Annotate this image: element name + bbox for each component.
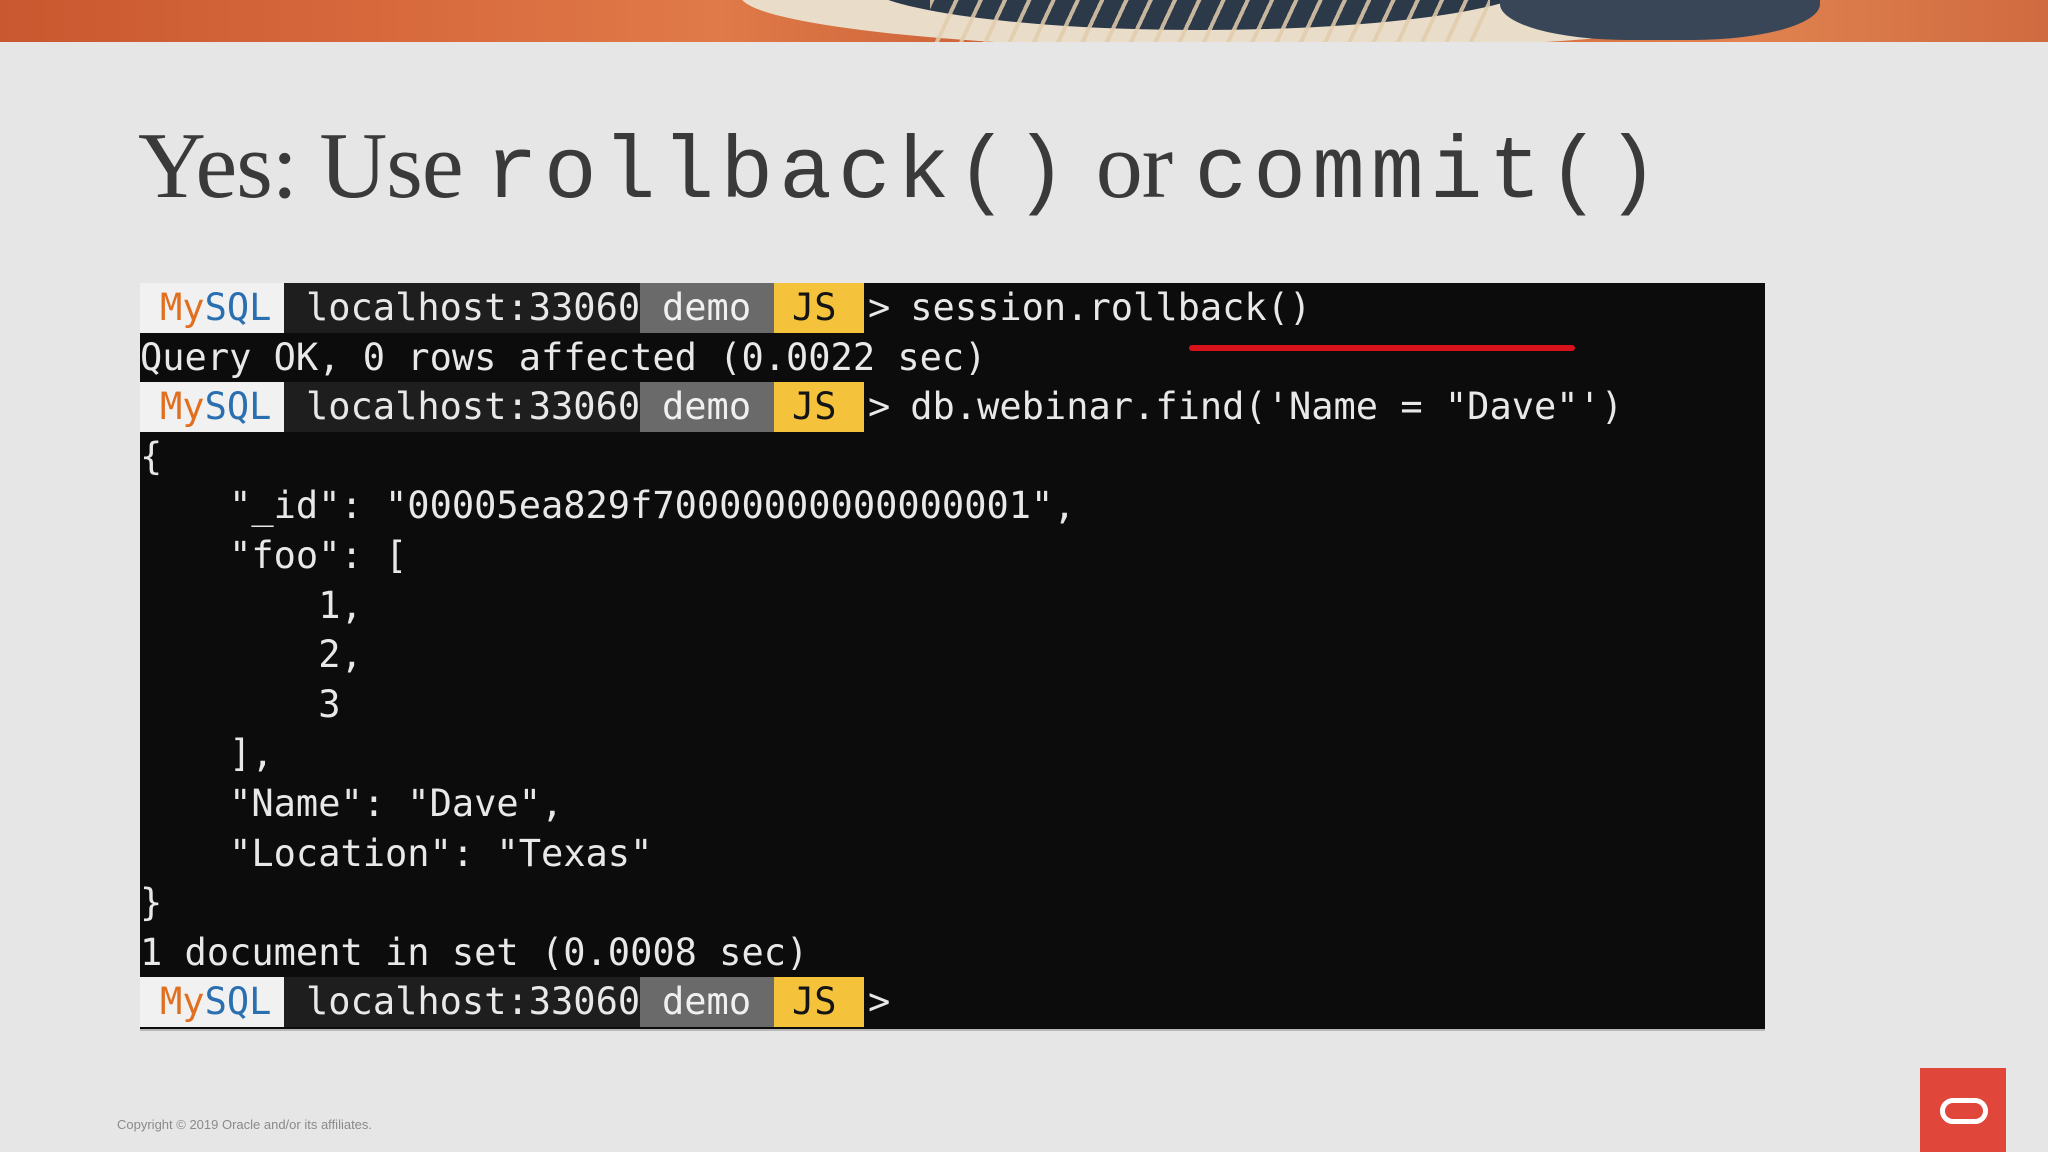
prompt-mysql-sql: SQL (204, 980, 272, 1024)
command-rollback[interactable]: session.rollback() (890, 283, 1311, 333)
prompt-arrow: > (868, 286, 891, 329)
oracle-logo (1920, 1068, 2006, 1152)
prompt-host-segment: localhost:33060+ ssl (284, 283, 752, 333)
prompt-line: MySQL localhost:33060+ ssl demo JS > db.… (140, 382, 1765, 432)
json-line: } (140, 881, 163, 925)
slide-title: Yes: Use rollback() or commit() (138, 112, 1665, 224)
prompt-mysql-sql: SQL (204, 286, 272, 329)
title-mid: or (1073, 114, 1195, 218)
json-line: ], (140, 732, 274, 776)
output-line: 1 document in set (0.0008 sec) (140, 930, 809, 974)
json-line: 2, (140, 633, 363, 677)
prompt-arrow: > (868, 385, 891, 429)
json-line: "_id": "00005ea829f70000000000000001", (140, 484, 1076, 528)
header-banner (0, 0, 2048, 42)
output-line: Query OK, 0 rows affected (0.0022 sec) (140, 335, 987, 379)
prompt-mysql-my: My (160, 980, 205, 1024)
copyright-notice: Copyright © 2019 Oracle and/or its affil… (117, 1117, 373, 1132)
prompt-line: MySQL localhost:33060+ ssl demo JS > (140, 977, 1765, 1027)
prompt-mode-segment: JS (774, 977, 864, 1027)
prompt-schema-segment: demo (640, 977, 774, 1027)
json-line: "foo": [ (140, 533, 408, 577)
title-prefix: Yes: Use (138, 114, 486, 218)
json-line: "Location": "Texas" (140, 831, 653, 875)
prompt-arrow[interactable]: > (864, 977, 890, 1027)
title-code-commit: commit() (1194, 125, 1665, 224)
prompt-mode-segment: JS (774, 382, 864, 432)
prompt-host-segment: localhost:33060+ ssl (284, 977, 752, 1027)
command-find[interactable]: db.webinar.find('Name = "Dave"') (890, 382, 1623, 432)
json-line: "Name": "Dave", (140, 781, 564, 825)
prompt-mysql-my: My (160, 286, 205, 329)
oracle-ring-icon (1940, 1098, 1988, 1124)
banner-art (930, 0, 1490, 42)
json-line: 1, (140, 583, 363, 627)
prompt-mysql-segment: MySQL (140, 382, 284, 432)
prompt-mysql-my: My (160, 385, 205, 429)
prompt-schema-segment: demo (640, 382, 774, 432)
terminal-window: MySQL localhost:33060+ ssl demo JS > ses… (140, 283, 1765, 1029)
prompt-schema-segment: demo (640, 283, 774, 333)
title-code-rollback: rollback() (485, 125, 1074, 224)
prompt-mode-segment: JS (774, 283, 864, 333)
prompt-mysql-segment: MySQL (140, 283, 284, 333)
prompt-host-segment: localhost:33060+ ssl (284, 382, 752, 432)
json-line: 3 (140, 682, 341, 726)
json-line: { (140, 434, 163, 478)
prompt-mysql-segment: MySQL (140, 977, 284, 1027)
prompt-line: MySQL localhost:33060+ ssl demo JS > ses… (140, 283, 1765, 333)
prompt-mysql-sql: SQL (204, 385, 272, 429)
